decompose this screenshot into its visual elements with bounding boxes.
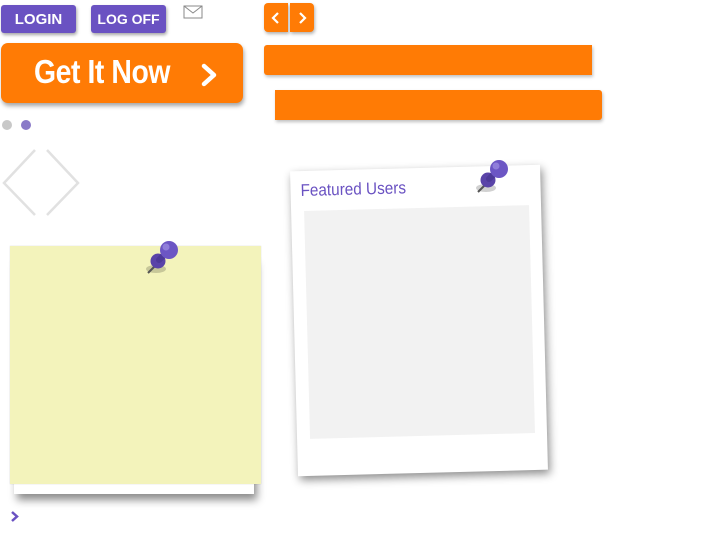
next-button[interactable] [290, 3, 314, 32]
diamond-outline-icon [2, 149, 80, 216]
chevron-left-icon [271, 11, 279, 24]
chevron-right-icon [299, 11, 307, 24]
login-label: LOGIN [14, 10, 63, 28]
logoff-label: LOG OFF [97, 11, 160, 27]
previous-button[interactable] [264, 3, 288, 32]
mail-icon[interactable] [183, 4, 204, 20]
push-pin-icon [146, 241, 178, 274]
sticky-note [10, 246, 261, 484]
chevron-right-icon[interactable] [9, 510, 21, 523]
featured-users-card: Featured Users [290, 164, 548, 477]
featured-users-photo [304, 205, 535, 439]
chevron-right-icon [201, 63, 217, 87]
pagination-dot-active[interactable] [21, 120, 31, 130]
push-pin-icon [476, 160, 508, 193]
pagination-dot[interactable] [2, 120, 12, 130]
logoff-button[interactable]: LOG OFF [91, 5, 166, 33]
featured-users-title: Featured Users [300, 178, 407, 201]
orange-banner-bar [264, 45, 592, 75]
login-button[interactable]: LOGIN [1, 5, 76, 33]
get-it-now-button[interactable]: Get It Now [1, 43, 243, 103]
get-it-now-label: Get It Now [34, 53, 171, 90]
orange-banner-bar [275, 90, 602, 120]
